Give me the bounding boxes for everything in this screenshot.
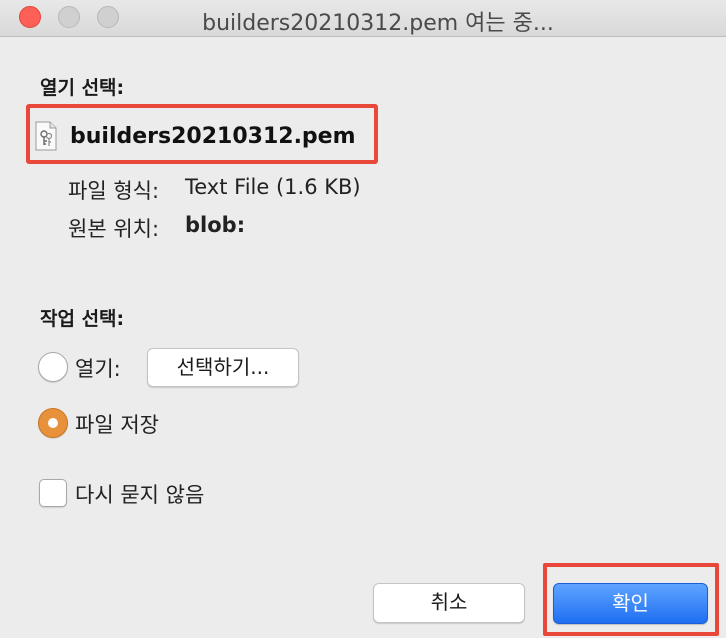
file-name: builders20210312.pem	[70, 124, 356, 149]
source-value: blob:	[185, 213, 246, 237]
open-section-label: 열기 선택:	[40, 77, 125, 99]
save-file-radio[interactable]	[38, 408, 68, 438]
title-bar: builders20210312.pem 여는 중...	[0, 0, 726, 37]
file-type-key: 파일 형식:	[68, 179, 160, 203]
file-type-value: Text File (1.6 KB)	[185, 175, 361, 199]
save-file-label: 파일 저장	[75, 413, 159, 437]
document-key-icon	[35, 121, 57, 151]
source-key: 원본 위치:	[68, 217, 160, 241]
dont-ask-checkbox[interactable]	[39, 479, 67, 507]
radio-selected-dot	[48, 418, 58, 428]
open-with-radio[interactable]	[38, 352, 68, 382]
open-with-label: 열기:	[75, 357, 121, 381]
ok-button[interactable]: 확인	[553, 583, 708, 624]
action-section-label: 작업 선택:	[40, 308, 125, 330]
choose-app-button[interactable]: 선택하기...	[147, 348, 299, 387]
dont-ask-label: 다시 묻지 않음	[75, 483, 205, 507]
cancel-button[interactable]: 취소	[373, 583, 525, 623]
window-title: builders20210312.pem 여는 중...	[202, 11, 554, 36]
